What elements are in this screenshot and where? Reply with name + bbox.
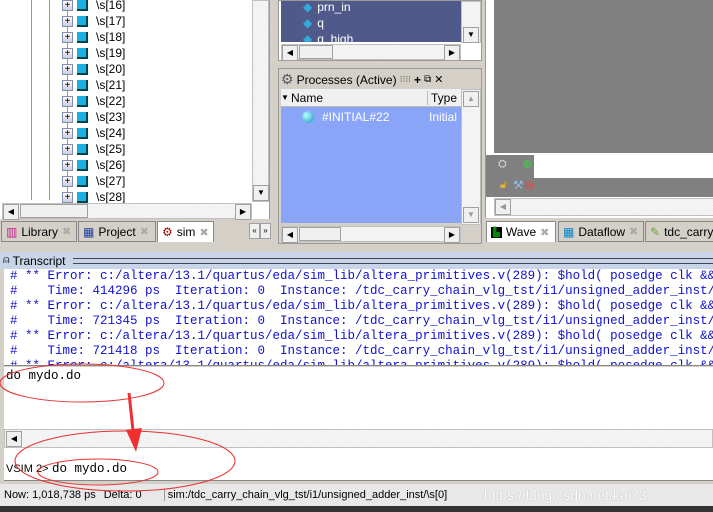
annotation-ellipse (14, 430, 236, 492)
annotation-overlay (0, 363, 236, 492)
annotation-arrowhead (126, 428, 142, 452)
annotation-ellipse (37, 458, 159, 486)
annotation-ellipse (0, 363, 165, 403)
